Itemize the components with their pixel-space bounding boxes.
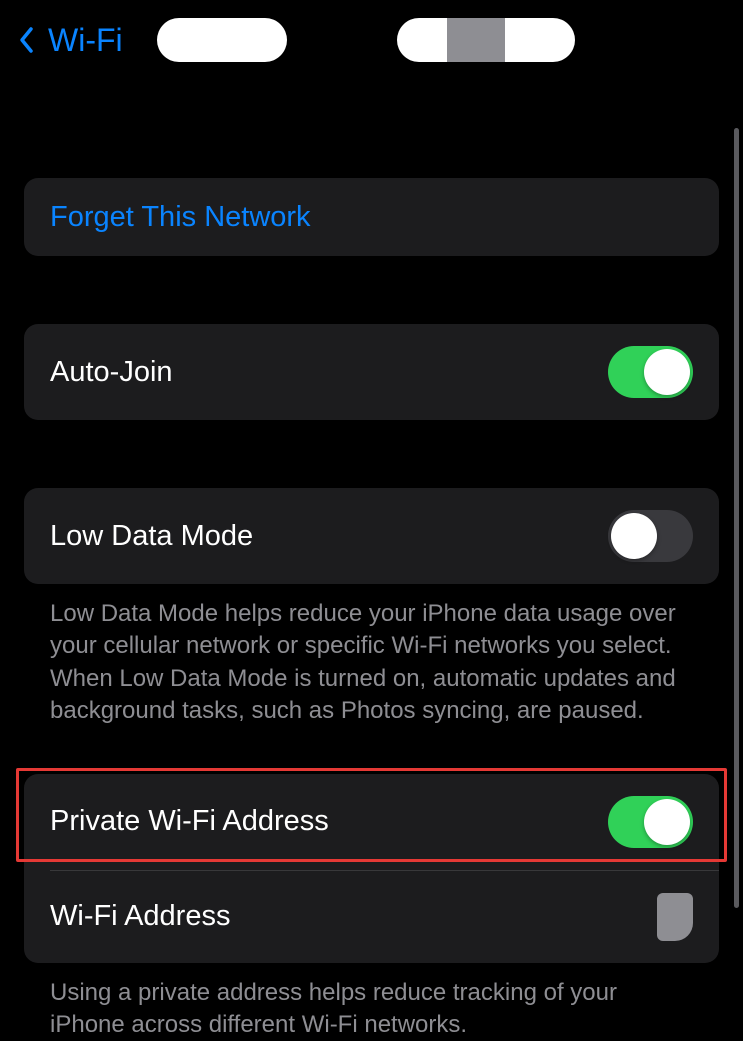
nav-header: Wi-Fi: [0, 0, 743, 86]
wifi-address-row: Wi-Fi Address: [24, 871, 719, 963]
toggle-knob: [644, 349, 690, 395]
wifi-address-value-redacted: [657, 893, 693, 941]
auto-join-label: Auto-Join: [50, 356, 173, 389]
low-data-mode-label: Low Data Mode: [50, 520, 253, 553]
private-wifi-address-label: Private Wi-Fi Address: [50, 805, 329, 838]
auto-join-toggle[interactable]: [608, 346, 693, 398]
toggle-knob: [644, 799, 690, 845]
auto-join-row: Auto-Join: [24, 324, 719, 420]
wifi-address-label: Wi-Fi Address: [50, 900, 230, 933]
private-address-footer: Using a private address helps reduce tra…: [24, 963, 719, 1041]
toggle-knob: [611, 513, 657, 559]
low-data-mode-row: Low Data Mode: [24, 488, 719, 584]
low-data-mode-toggle[interactable]: [608, 510, 693, 562]
address-group: Private Wi-Fi Address Wi-Fi Address: [24, 774, 719, 963]
private-wifi-address-row: Private Wi-Fi Address: [24, 774, 719, 870]
forget-network-button[interactable]: Forget This Network: [24, 178, 719, 256]
back-button[interactable]: [14, 22, 38, 58]
chevron-left-icon: [18, 26, 34, 54]
private-wifi-address-toggle[interactable]: [608, 796, 693, 848]
redacted-title: [157, 18, 575, 62]
forget-network-label: Forget This Network: [50, 201, 311, 234]
back-label[interactable]: Wi-Fi: [48, 22, 123, 59]
low-data-mode-footer: Low Data Mode helps reduce your iPhone d…: [24, 584, 719, 728]
